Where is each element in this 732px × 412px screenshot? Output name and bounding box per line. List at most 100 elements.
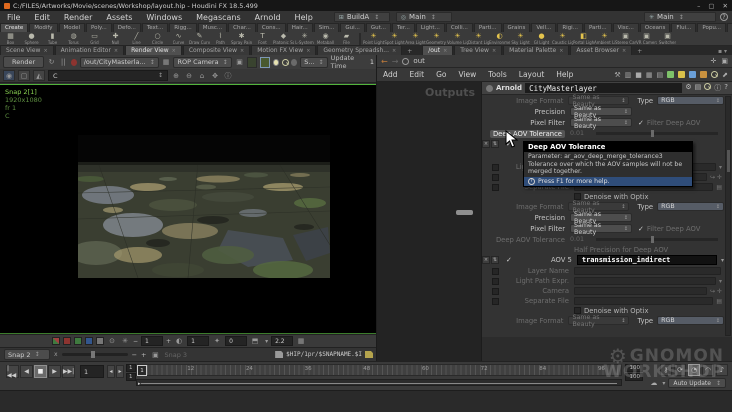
- pane-tab[interactable]: Asset Browser ×: [570, 45, 633, 55]
- zoom-plus[interactable]: +: [166, 338, 171, 345]
- blue-channel-button[interactable]: [85, 337, 93, 345]
- shelf-tab[interactable]: Cons...: [256, 23, 286, 32]
- shelf-tab[interactable]: Popu...: [697, 23, 727, 32]
- aov-enable-checkbox[interactable]: ✓: [506, 140, 512, 148]
- shelf-tab[interactable]: Musc...: [197, 23, 228, 32]
- shelf-tab[interactable]: Rigi...: [557, 23, 583, 32]
- key-icon[interactable]: ⚷: [660, 364, 672, 376]
- close-tab-icon[interactable]: ×: [114, 48, 118, 54]
- snap-minus[interactable]: −: [132, 351, 137, 359]
- shelf-tab[interactable]: Defo...: [112, 23, 141, 32]
- shelf-tool[interactable]: ☀ Point Light: [363, 32, 384, 45]
- snapshot-view-icon[interactable]: ▣: [721, 57, 728, 65]
- render-viewport[interactable]: Snap 2[1] 1920x1080 fr 1 C: [0, 84, 377, 334]
- shelf-tool[interactable]: ● Sphere: [21, 32, 42, 45]
- auto-update-selector[interactable]: Auto Update ↕: [668, 378, 726, 388]
- zoom-in-icon[interactable]: ⊕: [171, 71, 181, 81]
- shelf-tool[interactable]: ▰ File: [336, 32, 357, 45]
- close-tab-icon[interactable]: ×: [306, 48, 310, 54]
- snap-plus[interactable]: +: [141, 351, 146, 359]
- param-text-field[interactable]: [574, 297, 714, 305]
- stop-render-icon[interactable]: [70, 58, 77, 66]
- lights-icon[interactable]: [272, 58, 279, 66]
- scene-selector[interactable]: ◎ Main ↕: [395, 12, 452, 22]
- red-channel-button[interactable]: [63, 337, 71, 345]
- home-view-icon[interactable]: ⌂: [197, 71, 207, 81]
- shelf-tab[interactable]: Poly...: [86, 23, 112, 32]
- flag-template-icon[interactable]: [667, 71, 675, 78]
- shelf-tool[interactable]: ☀ Area Light: [405, 32, 426, 45]
- color-palette-icon[interactable]: ■: [635, 71, 642, 79]
- dropdown-arrow-icon[interactable]: ▾: [719, 164, 722, 171]
- stop-button[interactable]: ■: [34, 365, 47, 378]
- net-menu-go[interactable]: Go: [430, 70, 452, 79]
- channel-selector[interactable]: C ↕: [48, 70, 168, 81]
- playback-speed-icon[interactable]: ◠: [702, 364, 714, 376]
- gamma-value-field[interactable]: 2.2: [271, 336, 294, 346]
- shelf-tool[interactable]: ∿ Curve: [168, 32, 189, 45]
- add-tab-button[interactable]: +: [633, 48, 646, 55]
- shelf-tab[interactable]: Oceans: [639, 23, 671, 32]
- menu-render[interactable]: Render: [57, 13, 99, 22]
- contrast-value-field[interactable]: 1: [187, 336, 210, 346]
- shelf-tab[interactable]: Model: [58, 23, 86, 32]
- param-dropdown[interactable]: Same as Beauty ↕: [568, 314, 630, 328]
- range-start2-field[interactable]: 1: [126, 373, 136, 381]
- next-frame-button[interactable]: ▸: [116, 365, 124, 378]
- stats-icon[interactable]: ▥: [625, 71, 632, 79]
- minimize-button[interactable]: –: [697, 2, 700, 10]
- delete-aov-button[interactable]: ×: [482, 256, 490, 264]
- expand-icon[interactable]: ⬈: [722, 71, 728, 79]
- shelf-tool[interactable]: ▮ Tube: [42, 32, 63, 45]
- net-menu-add[interactable]: Add: [377, 70, 404, 79]
- context-help-icon[interactable]: ?: [720, 13, 728, 21]
- pane-tab[interactable]: Material Palette ×: [503, 45, 570, 55]
- audio-icon[interactable]: ♪: [716, 364, 728, 376]
- play-backward-button[interactable]: ◀: [20, 365, 33, 378]
- rgba-channel-button[interactable]: [52, 337, 60, 345]
- pane-tab[interactable]: Composite View ×: [182, 45, 251, 55]
- shelf-tab[interactable]: Rigg...: [169, 23, 197, 32]
- snapshot-blend-slider[interactable]: [61, 351, 128, 358]
- param-dropdown[interactable]: Same as Beauty ↕: [570, 116, 632, 130]
- shelf-tab[interactable]: Colli...: [445, 23, 473, 32]
- shelf-tool[interactable]: T Font: [252, 32, 273, 45]
- net-menu-help[interactable]: Help: [550, 70, 579, 79]
- inspect-icon[interactable]: [281, 58, 290, 66]
- prev-frame-button[interactable]: ◂: [107, 365, 115, 378]
- shelf-tab[interactable]: Vell...: [531, 23, 557, 32]
- render-button[interactable]: Render: [3, 56, 45, 68]
- shelf-tool[interactable]: ☀ Spot Light: [384, 32, 405, 45]
- desktop-selector[interactable]: ⊞ BuildA ↕: [333, 12, 390, 22]
- close-tab-icon[interactable]: ×: [172, 48, 176, 54]
- camera-selector[interactable]: ROP Camera ↕: [173, 56, 233, 68]
- shelf-tool[interactable]: ☀ Distant Light: [468, 32, 489, 45]
- shelf-tool[interactable]: ◐ Environment Light: [489, 32, 510, 45]
- pause-icon[interactable]: ||: [59, 57, 68, 67]
- go-to-start-button[interactable]: |◀◀: [6, 365, 19, 379]
- param-dropdown[interactable]: RGB ↕: [657, 202, 724, 211]
- shelf-tool[interactable]: ● GI Light: [531, 32, 552, 45]
- aov-name-field[interactable]: transmission_indirect: [576, 255, 717, 265]
- pin-icon[interactable]: ✛: [711, 57, 717, 65]
- flag-display-icon[interactable]: [689, 71, 697, 78]
- snapshot-grid-icon[interactable]: [246, 56, 257, 68]
- playhead-marker[interactable]: 1: [137, 365, 147, 376]
- shelf-tool[interactable]: ⌇ Path: [210, 32, 231, 45]
- close-tab-icon[interactable]: ×: [622, 48, 626, 54]
- network-editor[interactable]: Outputs: [377, 82, 482, 361]
- filmstrip-icon[interactable]: ▦: [296, 336, 306, 346]
- network-node[interactable]: [456, 210, 473, 215]
- shelf-tab[interactable]: Hair...: [286, 23, 313, 32]
- snapshot-selector[interactable]: Snap 2 ↕: [4, 349, 50, 360]
- info-icon[interactable]: ⓘ: [223, 71, 233, 81]
- flag-lock-icon[interactable]: [678, 71, 686, 78]
- zoom-value-field[interactable]: 1: [141, 336, 164, 346]
- menu-file[interactable]: File: [0, 13, 27, 22]
- op-path-icon[interactable]: ✛: [717, 288, 722, 295]
- close-tab-icon[interactable]: ×: [240, 48, 244, 54]
- shelf-tool[interactable]: ◧ Portal Light: [573, 32, 594, 45]
- menu-help[interactable]: Help: [288, 13, 320, 22]
- param-slider[interactable]: [596, 236, 718, 243]
- param-value[interactable]: 0.01: [570, 130, 594, 137]
